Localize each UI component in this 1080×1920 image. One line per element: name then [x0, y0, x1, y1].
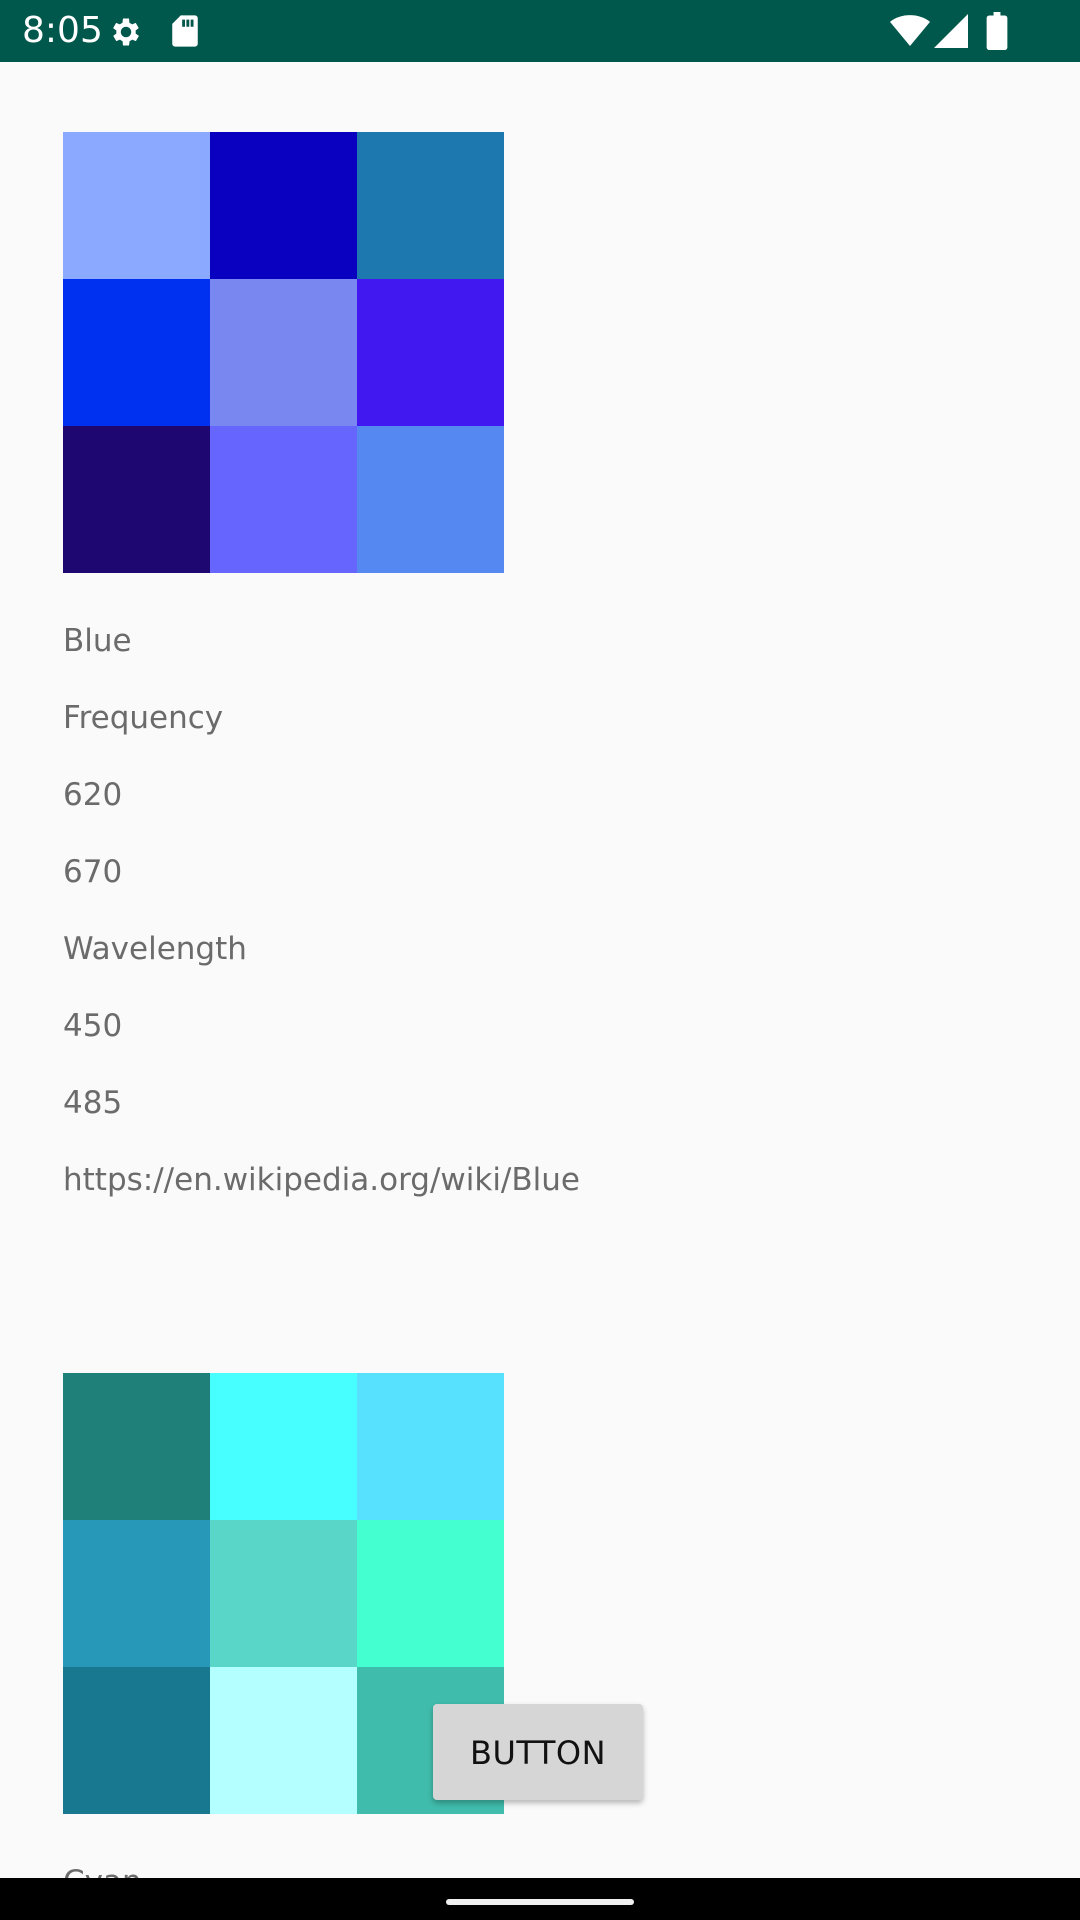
wifi-icon	[890, 14, 930, 52]
swatch-cell	[357, 1520, 504, 1667]
color-list[interactable]: Blue Frequency 620 670 Wavelength 450 48…	[0, 62, 1080, 1878]
swatch-cell	[357, 279, 504, 426]
swatch-cell	[63, 132, 210, 279]
home-handle[interactable]	[446, 1899, 634, 1905]
swatch-grid	[63, 132, 504, 573]
color-name: Cyan	[63, 1864, 504, 1878]
color-details: Cyan	[63, 1864, 504, 1878]
wavelength-min: 450	[63, 1008, 123, 1044]
swatch-cell	[210, 426, 357, 573]
frequency-label: Frequency	[63, 700, 224, 736]
wavelength-max: 485	[63, 1085, 123, 1121]
navigation-bar	[0, 1878, 1080, 1920]
swatch-cell	[63, 279, 210, 426]
color-name: Blue	[63, 623, 132, 659]
swatch-cell	[63, 1520, 210, 1667]
swatch-cell	[210, 1373, 357, 1520]
swatch-cell	[63, 426, 210, 573]
frequency-max: 670	[63, 854, 123, 890]
swatch-cell	[357, 426, 504, 573]
wavelength-label: Wavelength	[63, 931, 247, 967]
sd-card-icon	[170, 14, 200, 52]
color-details: Blue Frequency 620 670 Wavelength 450 48…	[63, 623, 580, 1198]
swatch-cell	[357, 1373, 504, 1520]
status-bar: 8:05	[0, 0, 1080, 62]
action-button[interactable]: BUTTON	[433, 1704, 643, 1800]
swatch-cell	[210, 1667, 357, 1814]
swatch-cell	[357, 132, 504, 279]
frequency-min: 620	[63, 777, 123, 813]
swatch-cell	[210, 279, 357, 426]
cellular-signal-icon	[934, 14, 968, 52]
color-card-blue: Blue Frequency 620 670 Wavelength 450 48…	[63, 132, 580, 1239]
swatch-cell	[63, 1667, 210, 1814]
gear-icon	[108, 14, 144, 54]
wikipedia-link[interactable]: https://en.wikipedia.org/wiki/Blue	[63, 1162, 580, 1198]
swatch-cell	[210, 132, 357, 279]
color-card-cyan: Cyan	[63, 1373, 504, 1878]
swatch-cell	[63, 1373, 210, 1520]
status-time: 8:05	[22, 10, 103, 51]
battery-icon	[986, 12, 1008, 54]
swatch-cell	[210, 1520, 357, 1667]
